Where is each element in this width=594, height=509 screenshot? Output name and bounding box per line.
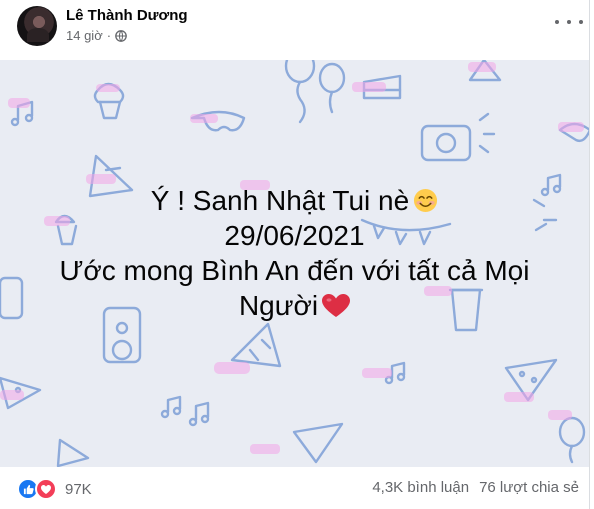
post-meta: 14 giờ · — [66, 28, 127, 43]
author-name[interactable]: Lê Thành Dương — [66, 7, 188, 24]
love-icon — [35, 478, 57, 500]
smiling-face-icon — [414, 188, 438, 213]
comments-count[interactable]: 4,3K bình luận — [372, 479, 469, 496]
shares-count[interactable]: 76 lượt chia sẻ — [479, 479, 579, 496]
post-text-line-3: Ước mong Bình An đến với tất cả Mọi — [59, 255, 530, 286]
dot-icon — [567, 20, 571, 24]
reactions-summary[interactable]: 97K — [17, 478, 92, 500]
globe-icon[interactable] — [115, 29, 127, 42]
post-text-line-2: 29/06/2021 — [224, 220, 365, 251]
post-text-line-4: Người — [238, 290, 319, 321]
more-options-button[interactable] — [555, 12, 583, 32]
post-card: Lê Thành Dương 14 giờ · Ý ! Sanh Nhật Tu… — [0, 0, 590, 509]
red-heart-icon — [322, 294, 351, 317]
post-stats: 4,3K bình luận 76 lượt chia sẻ — [372, 479, 579, 496]
post-text: Ý ! Sanh Nhật Tui nè 29/06/2021 Ước mong… — [0, 183, 589, 323]
dot-icon — [579, 20, 583, 24]
post-footer: 97K 4,3K bình luận 76 lượt chia sẻ — [0, 467, 589, 509]
post-text-line-1: Ý ! Sanh Nhật Tui nè — [150, 185, 410, 216]
reaction-count[interactable]: 97K — [65, 481, 92, 498]
post-time[interactable]: 14 giờ — [66, 28, 103, 43]
post-header: Lê Thành Dương 14 giờ · — [0, 0, 589, 60]
avatar[interactable] — [17, 6, 57, 46]
post-background-image[interactable]: Ý ! Sanh Nhật Tui nè 29/06/2021 Ước mong… — [0, 60, 589, 467]
dot-icon — [555, 20, 559, 24]
